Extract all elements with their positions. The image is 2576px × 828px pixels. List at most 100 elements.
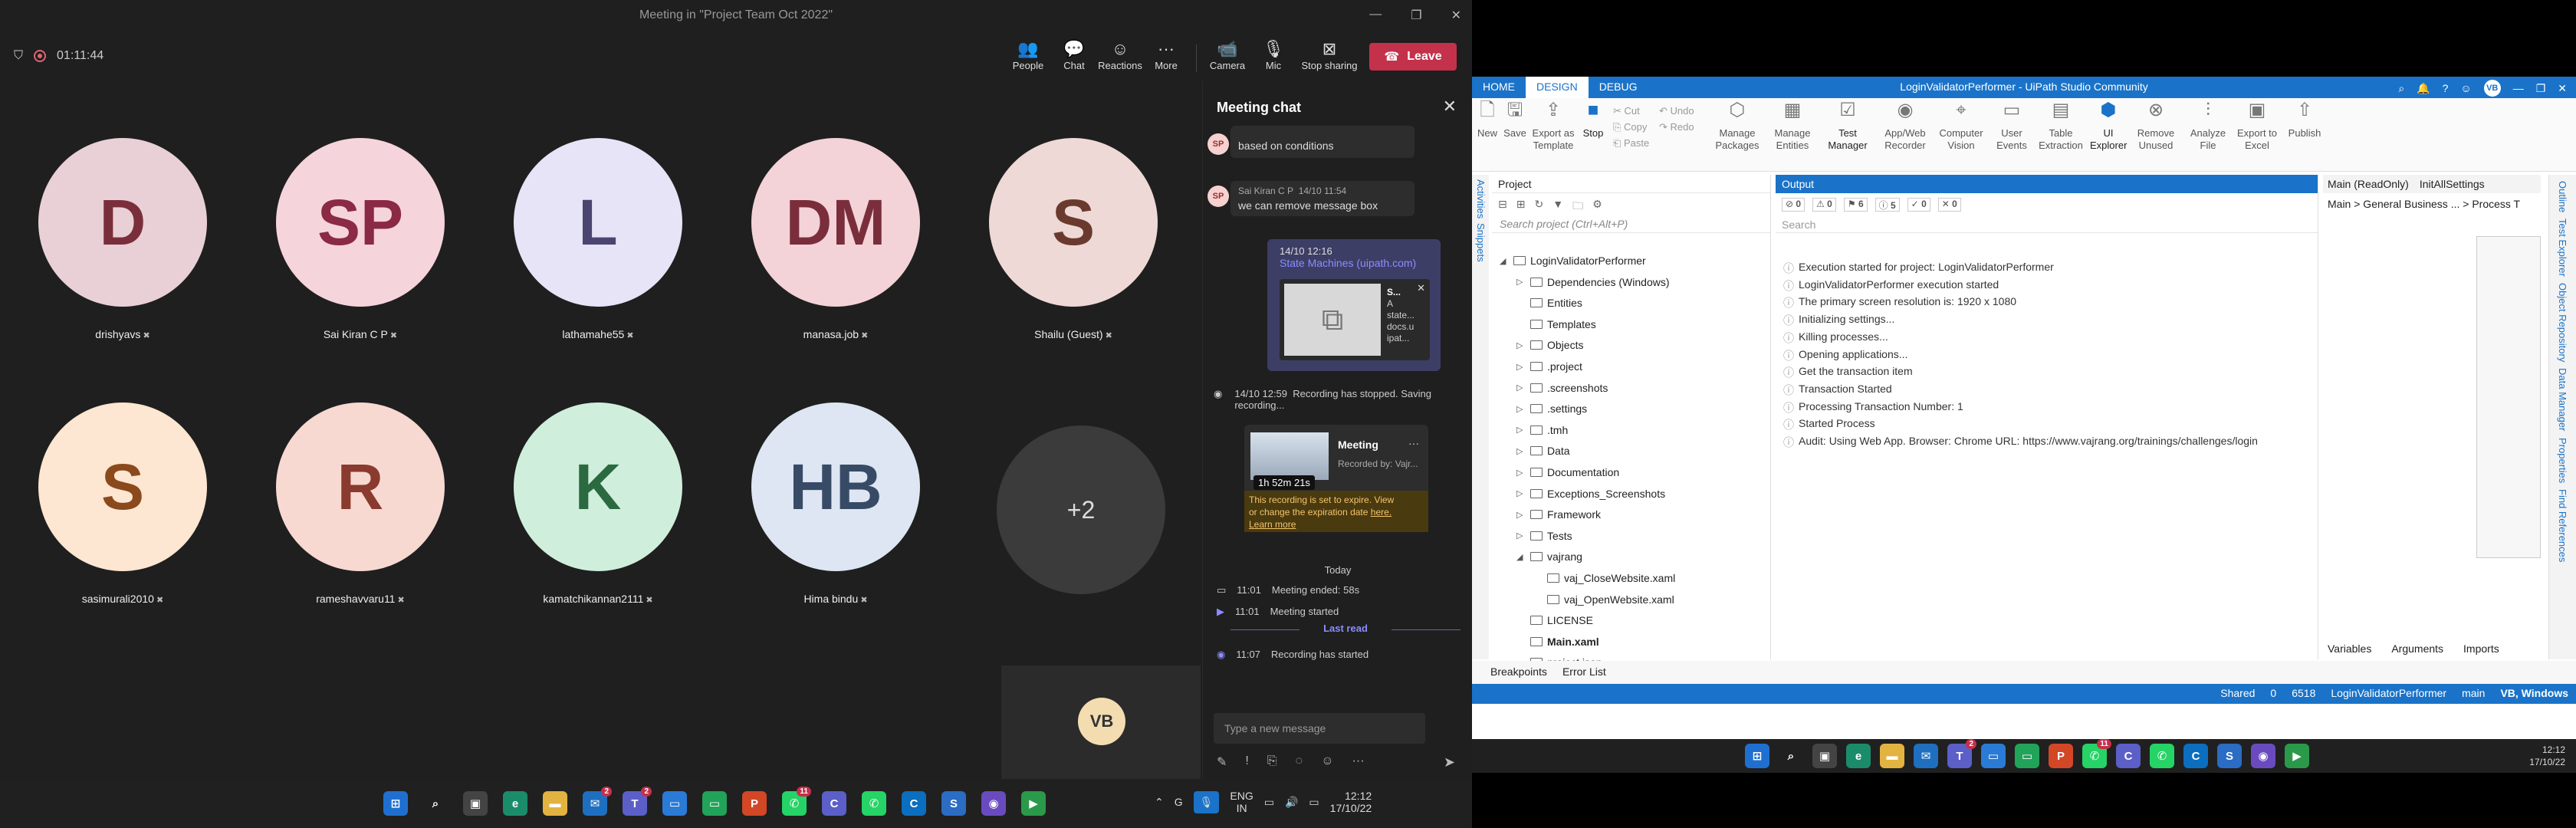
log-line[interactable]: ⓘ Transaction Started [1783,383,1892,398]
more-icon[interactable]: ··· [1352,754,1365,770]
paste-button[interactable]: ⎗ Paste [1613,135,1649,151]
attach-icon[interactable]: ⎘ [1267,754,1277,770]
outlook-icon[interactable]: ✉ 2 [583,787,612,816]
properties-tab[interactable]: Properties [2557,438,2568,483]
tree-item[interactable]: ▷ Exceptions_Screenshots [1516,488,1665,500]
message-input[interactable]: Type a new message [1214,713,1425,744]
close-icon[interactable]: ✕ [1443,97,1457,117]
test-manager-button[interactable]: ☑ Test Manager [1823,101,1872,152]
app-icon[interactable]: ◉ [981,791,1006,816]
expand-icon[interactable]: ▷ [1516,488,1526,498]
filter-info[interactable]: ⓘ 5 [1875,198,1900,212]
camera-button[interactable]: 📹 Camera [1204,38,1251,71]
tab-initallsettings[interactable]: InitAllSettings [2420,178,2485,190]
app-icon[interactable]: ▭ [1981,744,2006,768]
search-icon[interactable]: ⌕ [1779,744,1803,768]
settings-icon[interactable]: ☺ [2460,82,2471,94]
filter-errors[interactable]: ⚠ 0 [1812,198,1836,212]
clock[interactable]: 12:12 17/10/22 [1330,790,1372,814]
filter-warnings[interactable]: ⚑ 6 [1843,198,1868,212]
tree-item[interactable]: ▷ Framework [1516,508,1601,521]
app-icon[interactable]: C [2116,744,2141,768]
computer-vision-button[interactable]: ⌖ Computer Vision [1935,101,1987,152]
tree-item[interactable]: vaj_OpenWebsite.xaml [1533,593,1674,606]
tree-item[interactable]: ▷ .tmh [1516,424,1568,436]
cut-button[interactable]: ✂ Cut [1613,103,1649,119]
save-button[interactable]: 🖫 Save [1500,101,1530,140]
app-icon[interactable]: ▭ [702,791,727,816]
language-indicator[interactable]: ENG IN [1230,790,1253,814]
git-branch[interactable]: main [2462,687,2485,699]
teams-icon[interactable]: T2 [1947,739,1976,768]
expand-icon[interactable]: ▷ [1516,468,1526,478]
emoji-icon[interactable]: ☺ [1321,754,1333,770]
task-view-icon[interactable]: ▣ [1812,744,1837,768]
close-icon[interactable]: ✕ [2558,82,2567,95]
tree-item[interactable]: ▷ .settings [1516,402,1587,415]
filter-verbose[interactable]: ✓ 0 [1907,198,1930,212]
overflow-participants[interactable]: +2 [997,426,1165,594]
battery-icon[interactable]: ▭ [1309,796,1319,809]
powerpoint-icon[interactable]: P [742,791,767,816]
expand-icon[interactable]: ▷ [1516,446,1526,456]
tree-item[interactable]: ▷ Tests [1516,530,1572,542]
tree-item[interactable]: ▷ Data [1516,445,1570,457]
target-platform[interactable]: VB, Windows [2500,687,2568,699]
tree-item[interactable]: ◢ vajrang [1516,550,1582,563]
whatsapp-icon[interactable]: ✆ [2150,744,2174,768]
maximize-icon[interactable]: ❐ [2536,82,2546,95]
expand-icon[interactable]: ◢ [1500,256,1509,266]
tree-item[interactable]: ▷ .project [1516,360,1582,373]
undo-button[interactable]: ↶ Undo [1659,103,1694,119]
filter-fatal[interactable]: ✕ 0 [1937,198,1961,212]
link-preview-card[interactable]: ⧉ S... A state... docs.u ipat... ✕ [1280,279,1430,360]
find-references-tab[interactable]: Find References [2557,489,2568,562]
loop-icon[interactable]: ◌ [1296,754,1303,770]
leave-button[interactable]: ☎ Leave [1369,43,1457,71]
arguments-tab[interactable]: Arguments [2391,642,2443,655]
export-template-button[interactable]: ⇪ Export as Template [1530,101,1576,152]
outline-tab[interactable]: Outline [2557,181,2568,212]
expand-icon[interactable]: ⊞ [1516,198,1526,210]
volume-icon[interactable]: 🔊 [1285,796,1298,809]
filter-icon[interactable]: ▼ [1552,198,1563,210]
search-icon[interactable]: ⌕ [2398,82,2404,95]
minimize-icon[interactable]: — [2513,82,2524,94]
settings-icon[interactable]: ⚙ [1592,198,1602,210]
log-line[interactable]: ⓘ Started Process [1783,417,1875,432]
remove-unused-button[interactable]: ⊗ Remove Unused [2131,101,2180,152]
app-icon[interactable]: ▶ [2285,744,2309,768]
log-line[interactable]: ⓘ Processing Transaction Number: 1 [1783,400,1963,416]
tree-item[interactable]: LICENSE [1516,614,1593,626]
data-manager-tab[interactable]: Data Manager [2557,368,2568,431]
notification-icon[interactable]: 🔔 [2417,82,2430,95]
help-icon[interactable]: ? [2443,82,2449,94]
chevron-up-icon[interactable]: ⌃ [1155,796,1164,809]
breadcrumb[interactable]: Main > General Business ... > Process T [2323,193,2541,215]
clock[interactable]: 12:12 17/10/22 [2529,744,2565,768]
file-explorer-icon[interactable]: ▬ [1880,744,1904,768]
log-line[interactable]: ⓘ Audit: Using Web App. Browser: Chrome U… [1783,435,2258,450]
filter-trace[interactable]: ⊘ 0 [1782,198,1806,212]
edge-icon[interactable]: e [503,791,527,816]
tree-item[interactable]: ▷ Dependencies (Windows) [1516,276,1670,288]
expand-icon[interactable]: ▷ [1516,340,1526,350]
display-icon[interactable]: ▭ [1264,796,1274,809]
expand-icon[interactable]: ▷ [1516,510,1526,520]
project-name[interactable]: LoginValidatorPerformer [2331,687,2446,699]
collapse-icon[interactable]: ⊟ [1498,198,1507,210]
log-line[interactable]: ⓘ Opening applications... [1783,348,1907,363]
people-button[interactable]: 👥 People [1004,38,1052,71]
format-icon[interactable]: ✎ [1217,754,1227,770]
whatsapp-icon[interactable]: ✆ [862,791,886,816]
manage-packages-button[interactable]: ⬡ Manage Packages [1713,101,1762,152]
outlook-icon[interactable]: ✉ [1914,744,1938,768]
link[interactable]: State Machines (uipath.com) [1280,257,1428,269]
analyze-file-button[interactable]: ⫶ Analyze File [2185,101,2231,152]
ui-explorer-button[interactable]: ⬢ UI Explorer [2090,101,2127,152]
log-line[interactable]: ⓘ Get the transaction item [1783,365,1913,380]
powerpoint-icon[interactable]: P [2049,744,2073,768]
chat-button[interactable]: 💬 Chat [1050,38,1098,71]
tree-item[interactable]: ▷ Documentation [1516,466,1619,478]
tree-item[interactable]: ▷ Objects [1516,339,1583,351]
